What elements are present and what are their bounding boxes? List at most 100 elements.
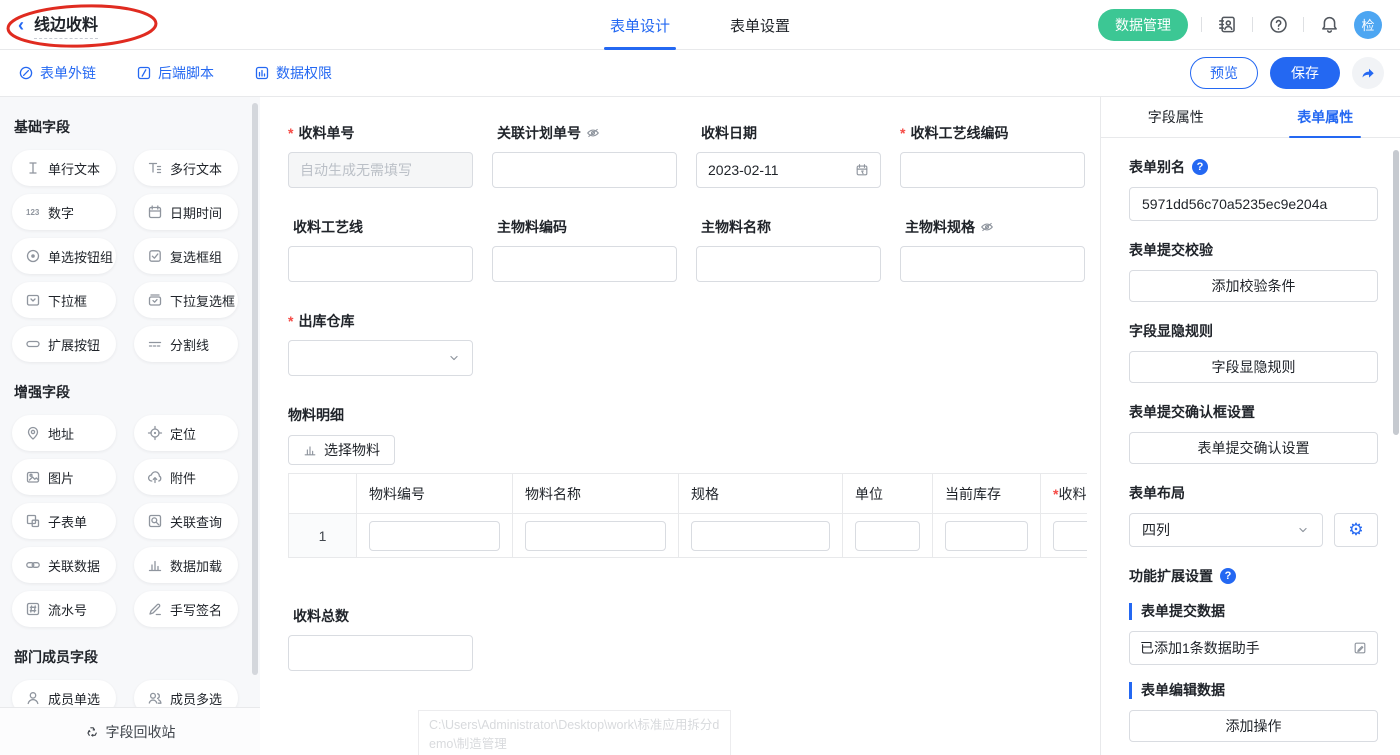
- main-material-name-input[interactable]: [696, 246, 881, 282]
- field-label: 关联计划单号: [497, 123, 581, 143]
- layout-select[interactable]: 四列: [1129, 513, 1323, 547]
- field-receive-no[interactable]: *收料单号: [288, 123, 473, 188]
- sidebar-scrollbar[interactable]: [252, 103, 258, 675]
- field-type-serial-number[interactable]: 流水号: [12, 591, 116, 627]
- share-arrow-icon: [1360, 65, 1376, 81]
- field-type-linked-data[interactable]: 关联数据: [12, 547, 116, 583]
- field-type-attachment[interactable]: 附件: [134, 459, 238, 495]
- field-type-number[interactable]: 123 数字: [12, 194, 116, 230]
- toolbar-actions: 预览 保存: [1190, 57, 1384, 89]
- section-title-enhanced-fields: 增强字段: [14, 382, 248, 402]
- process-line-input[interactable]: [288, 246, 473, 282]
- material-code-cell-input[interactable]: [369, 521, 500, 551]
- back-chevron-icon[interactable]: ‹: [18, 16, 24, 34]
- main-material-code-input[interactable]: [492, 246, 677, 282]
- field-type-multi-dropdown[interactable]: 下拉复选框: [134, 282, 238, 318]
- layout-settings-button[interactable]: ⚙: [1334, 513, 1378, 547]
- field-type-linked-query[interactable]: 关联查询: [134, 503, 238, 539]
- form-layout-row: 四列 ⚙: [1129, 513, 1378, 547]
- outbound-warehouse-select[interactable]: [288, 340, 473, 376]
- submit-confirm-button[interactable]: 表单提交确认设置: [1129, 432, 1378, 464]
- field-type-dropdown[interactable]: 下拉框: [12, 282, 116, 318]
- field-main-material-name[interactable]: 主物料名称: [696, 217, 881, 282]
- field-main-material-spec[interactable]: 主物料规格: [900, 217, 1085, 282]
- field-row-1: *收料单号 关联计划单号 收料日期 2023-02-11 *收料工艺线编码: [288, 123, 1100, 188]
- col-spec: 规格: [679, 474, 843, 514]
- tab-form-design[interactable]: 表单设计: [610, 0, 670, 50]
- field-type-divider-line[interactable]: 分割线: [134, 326, 238, 362]
- gear-icon: ⚙: [1348, 520, 1363, 540]
- add-validation-button[interactable]: 添加校验条件: [1129, 270, 1378, 302]
- field-type-checkbox-group[interactable]: 复选框组: [134, 238, 238, 274]
- field-process-line-code[interactable]: *收料工艺线编码: [900, 123, 1085, 188]
- data-assistant-row[interactable]: 已添加1条数据助手: [1129, 631, 1378, 665]
- col-material-name: 物料名称: [513, 474, 679, 514]
- field-type-datetime[interactable]: 日期时间: [134, 194, 238, 230]
- data-manage-button[interactable]: 数据管理: [1098, 9, 1188, 41]
- receive-no-input: [288, 152, 473, 188]
- number-123-icon: 123: [25, 204, 41, 220]
- section-title-basic-fields: 基础字段: [14, 117, 248, 137]
- field-type-address[interactable]: 地址: [12, 415, 116, 451]
- field-type-single-line-text[interactable]: 单行文本: [12, 150, 116, 186]
- notification-bell-icon[interactable]: [1317, 13, 1341, 37]
- spec-cell-input[interactable]: [691, 521, 830, 551]
- edit-pencil-icon[interactable]: [1353, 641, 1367, 655]
- panel-scrollbar[interactable]: [1393, 150, 1399, 435]
- help-badge-icon[interactable]: ?: [1192, 159, 1208, 175]
- help-icon[interactable]: [1266, 13, 1290, 37]
- field-recycle-bin[interactable]: 字段回收站: [0, 707, 260, 755]
- linked-plan-no-input[interactable]: [492, 152, 677, 188]
- receive-qty-cell-input[interactable]: [1053, 521, 1087, 551]
- field-receive-total[interactable]: 收料总数: [288, 606, 473, 671]
- field-label: 收料工艺线: [293, 217, 363, 237]
- field-linked-plan-no[interactable]: 关联计划单号: [492, 123, 677, 188]
- field-label: 主物料编码: [497, 217, 567, 237]
- dropdown-icon: [25, 292, 41, 308]
- process-line-code-input[interactable]: [900, 152, 1085, 188]
- tab-field-properties[interactable]: 字段属性: [1101, 97, 1251, 137]
- field-type-signature[interactable]: 手写签名: [134, 591, 238, 627]
- form-layout-label: 表单布局: [1129, 483, 1378, 503]
- field-outbound-warehouse[interactable]: *出库仓库: [288, 311, 473, 376]
- add-operation-button[interactable]: 添加操作: [1129, 710, 1378, 742]
- receive-total-input[interactable]: [288, 635, 473, 671]
- material-name-cell-input[interactable]: [525, 521, 666, 551]
- people-icon: [147, 690, 163, 706]
- cloud-upload-icon: [147, 469, 163, 485]
- contacts-icon[interactable]: [1215, 13, 1239, 37]
- tab-form-settings[interactable]: 表单设置: [730, 0, 790, 50]
- form-toolbar: 表单外链 后端脚本 数据权限 预览 保存: [0, 50, 1400, 97]
- field-receive-date[interactable]: 收料日期 2023-02-11: [696, 123, 881, 188]
- select-material-button[interactable]: 选择物料: [288, 435, 395, 465]
- form-alias-input[interactable]: [1129, 187, 1378, 221]
- field-type-data-load[interactable]: 数据加载: [134, 547, 238, 583]
- unit-cell-input[interactable]: [855, 521, 920, 551]
- field-type-image[interactable]: 图片: [12, 459, 116, 495]
- field-type-location[interactable]: 定位: [134, 415, 238, 451]
- divider: [1201, 17, 1202, 32]
- help-badge-icon[interactable]: ?: [1220, 568, 1236, 584]
- pen-icon: [147, 601, 163, 617]
- share-button[interactable]: [1352, 57, 1384, 89]
- field-type-subform[interactable]: 子表单: [12, 503, 116, 539]
- field-type-extend-button[interactable]: 扩展按钮: [12, 326, 116, 362]
- back-nav[interactable]: ‹ 线边收料: [18, 11, 98, 39]
- receive-date-input[interactable]: 2023-02-11: [696, 152, 881, 188]
- field-process-line[interactable]: 收料工艺线: [288, 217, 473, 282]
- person-icon: [25, 690, 41, 706]
- avatar[interactable]: 检: [1354, 11, 1382, 39]
- tab-form-properties[interactable]: 表单属性: [1251, 97, 1400, 137]
- current-stock-cell-input[interactable]: [945, 521, 1028, 551]
- field-type-multiline-text[interactable]: 多行文本: [134, 150, 238, 186]
- field-main-material-code[interactable]: 主物料编码: [492, 217, 677, 282]
- save-button[interactable]: 保存: [1270, 57, 1340, 89]
- field-visibility-button[interactable]: 字段显隐规则: [1129, 351, 1378, 383]
- field-type-radio-group[interactable]: 单选按钮组: [12, 238, 116, 274]
- data-permission-item[interactable]: 数据权限: [254, 63, 332, 83]
- external-link-item[interactable]: 表单外链: [18, 63, 96, 83]
- main-material-spec-input[interactable]: [900, 246, 1085, 282]
- divider: [1303, 17, 1304, 32]
- preview-button[interactable]: 预览: [1190, 57, 1258, 89]
- backend-script-item[interactable]: 后端脚本: [136, 63, 214, 83]
